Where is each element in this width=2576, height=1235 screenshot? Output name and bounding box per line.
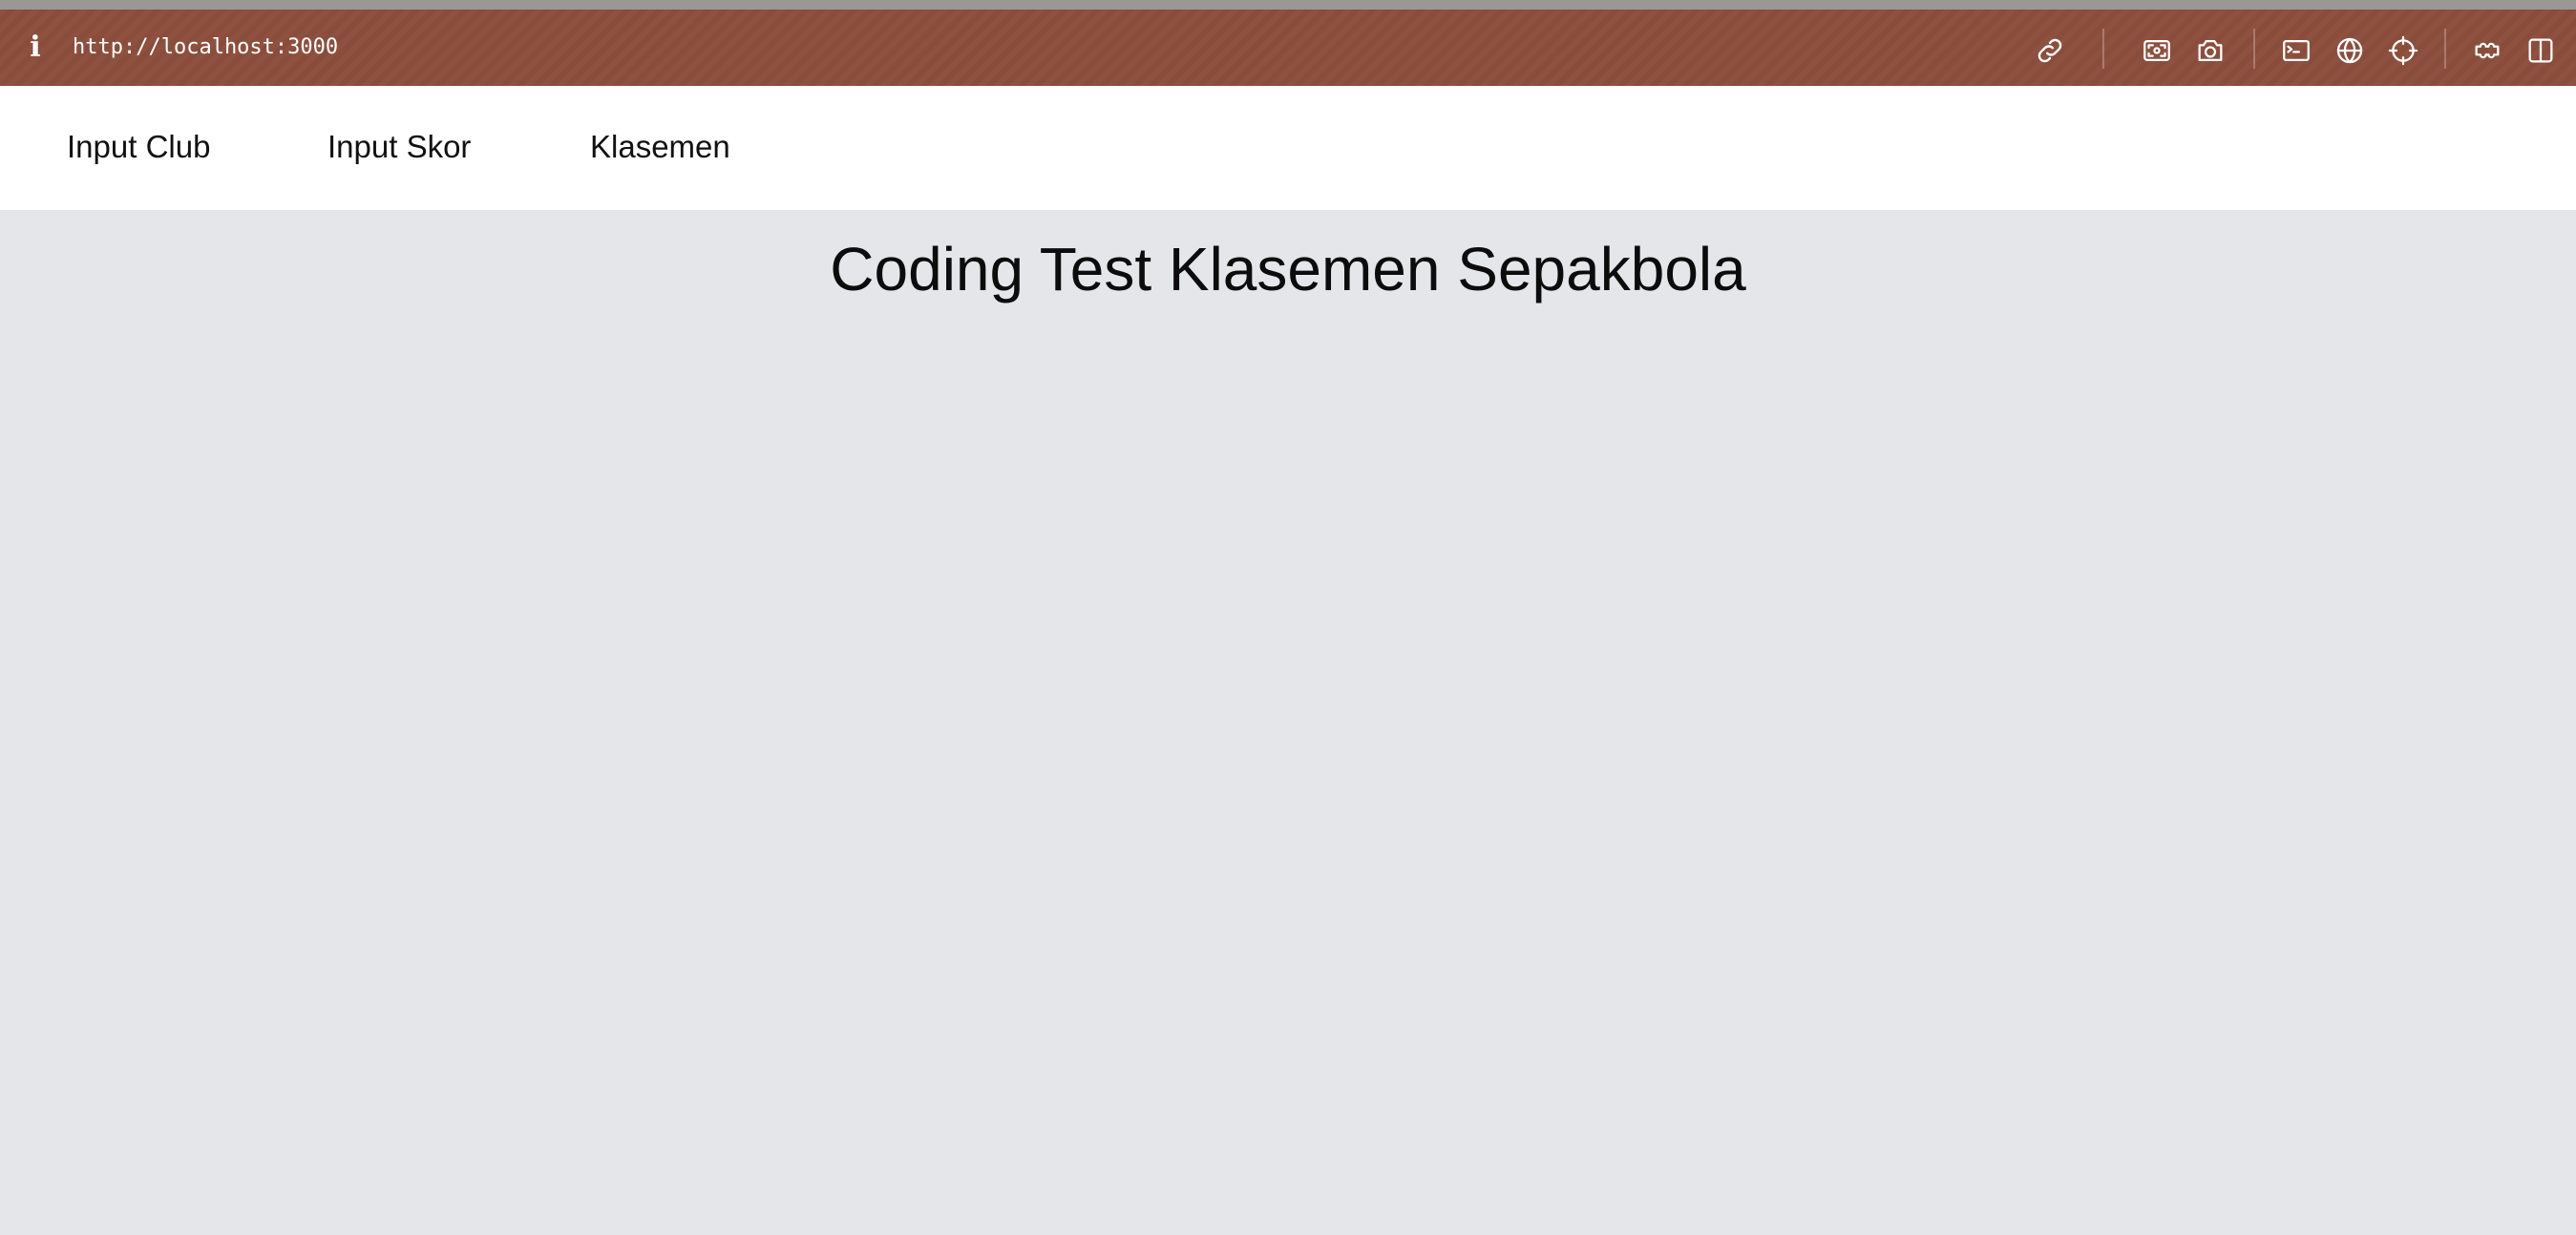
link-icon[interactable]	[2034, 34, 2066, 67]
extensions-icon[interactable]	[2471, 34, 2503, 67]
url-field[interactable]: http://localhost:3000	[73, 33, 338, 62]
globe-icon[interactable]	[2333, 34, 2366, 67]
nav-input-club[interactable]: Input Club	[67, 128, 210, 166]
toolbar-separator	[2444, 29, 2446, 69]
browser-toolbar: i http://localhost:3000	[0, 10, 2576, 86]
toolbar-separator	[2102, 29, 2104, 69]
camera-icon[interactable]	[2194, 34, 2227, 67]
info-icon[interactable]: i	[27, 32, 44, 63]
toolbar-separator	[2253, 29, 2255, 69]
terminal-icon[interactable]	[2280, 34, 2312, 67]
page-title: Coding Test Klasemen Sepakbola	[830, 235, 1746, 304]
window-top-edge	[0, 0, 2576, 10]
nav-klasemen[interactable]: Klasemen	[590, 128, 730, 166]
crosshair-icon[interactable]	[2387, 34, 2419, 67]
split-view-icon[interactable]	[2524, 34, 2557, 67]
main-content: Coding Test Klasemen Sepakbola	[0, 210, 2576, 1235]
top-navbar: Input Club Input Skor Klasemen	[0, 86, 2576, 210]
nav-input-skor[interactable]: Input Skor	[327, 128, 471, 166]
screenshot-area-icon[interactable]	[2141, 34, 2173, 67]
